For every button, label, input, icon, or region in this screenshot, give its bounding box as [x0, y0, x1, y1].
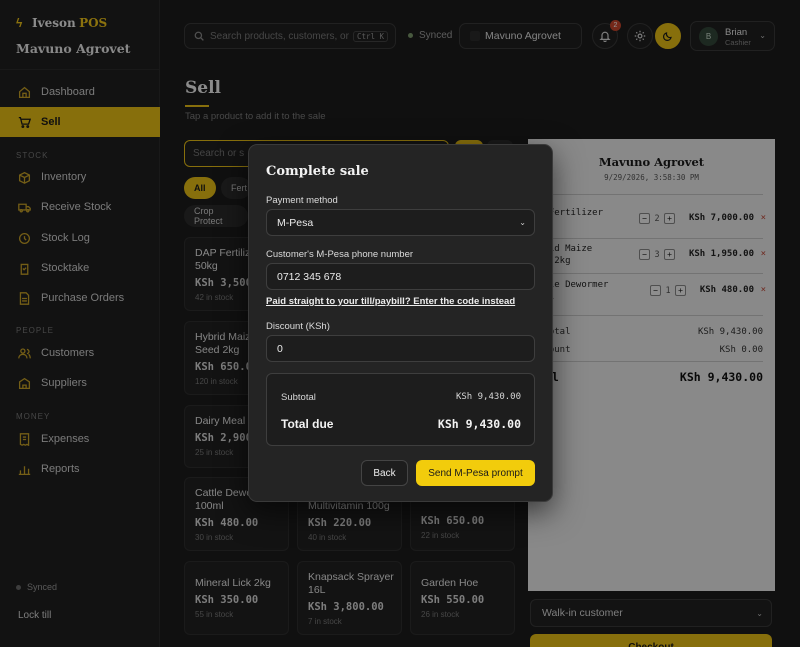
dialog-title: Complete sale — [266, 164, 369, 179]
payment-method-select[interactable]: M-Pesa ⌄ — [266, 209, 535, 236]
discount-field[interactable]: 0 — [266, 335, 535, 362]
phone-label: Customer's M-Pesa phone number — [266, 249, 414, 260]
summary-subtotal-label: Subtotal — [281, 392, 316, 403]
complete-sale-dialog: Complete sale Payment method M-Pesa ⌄ Cus… — [248, 144, 553, 502]
back-button[interactable]: Back — [361, 460, 408, 486]
discount-value: 0 — [277, 342, 283, 355]
enter-code-link[interactable]: Paid straight to your till/paybill? Ente… — [266, 296, 515, 307]
phone-field[interactable]: 0712 345 678 — [266, 263, 535, 290]
discount-label: Discount (KSh) — [266, 321, 330, 332]
sale-summary: Subtotal KSh 9,430.00 Total due KSh 9,43… — [266, 373, 535, 446]
summary-total-value: KSh 9,430.00 — [437, 417, 521, 431]
send-mpesa-prompt-button[interactable]: Send M-Pesa prompt — [416, 460, 535, 486]
phone-value: 0712 345 678 — [277, 270, 342, 283]
payment-method-value: M-Pesa — [277, 216, 314, 229]
payment-method-label: Payment method — [266, 195, 338, 206]
summary-subtotal-value: KSh 9,430.00 — [455, 392, 521, 402]
summary-total-label: Total due — [281, 417, 334, 431]
chevron-down-icon: ⌄ — [519, 218, 526, 227]
